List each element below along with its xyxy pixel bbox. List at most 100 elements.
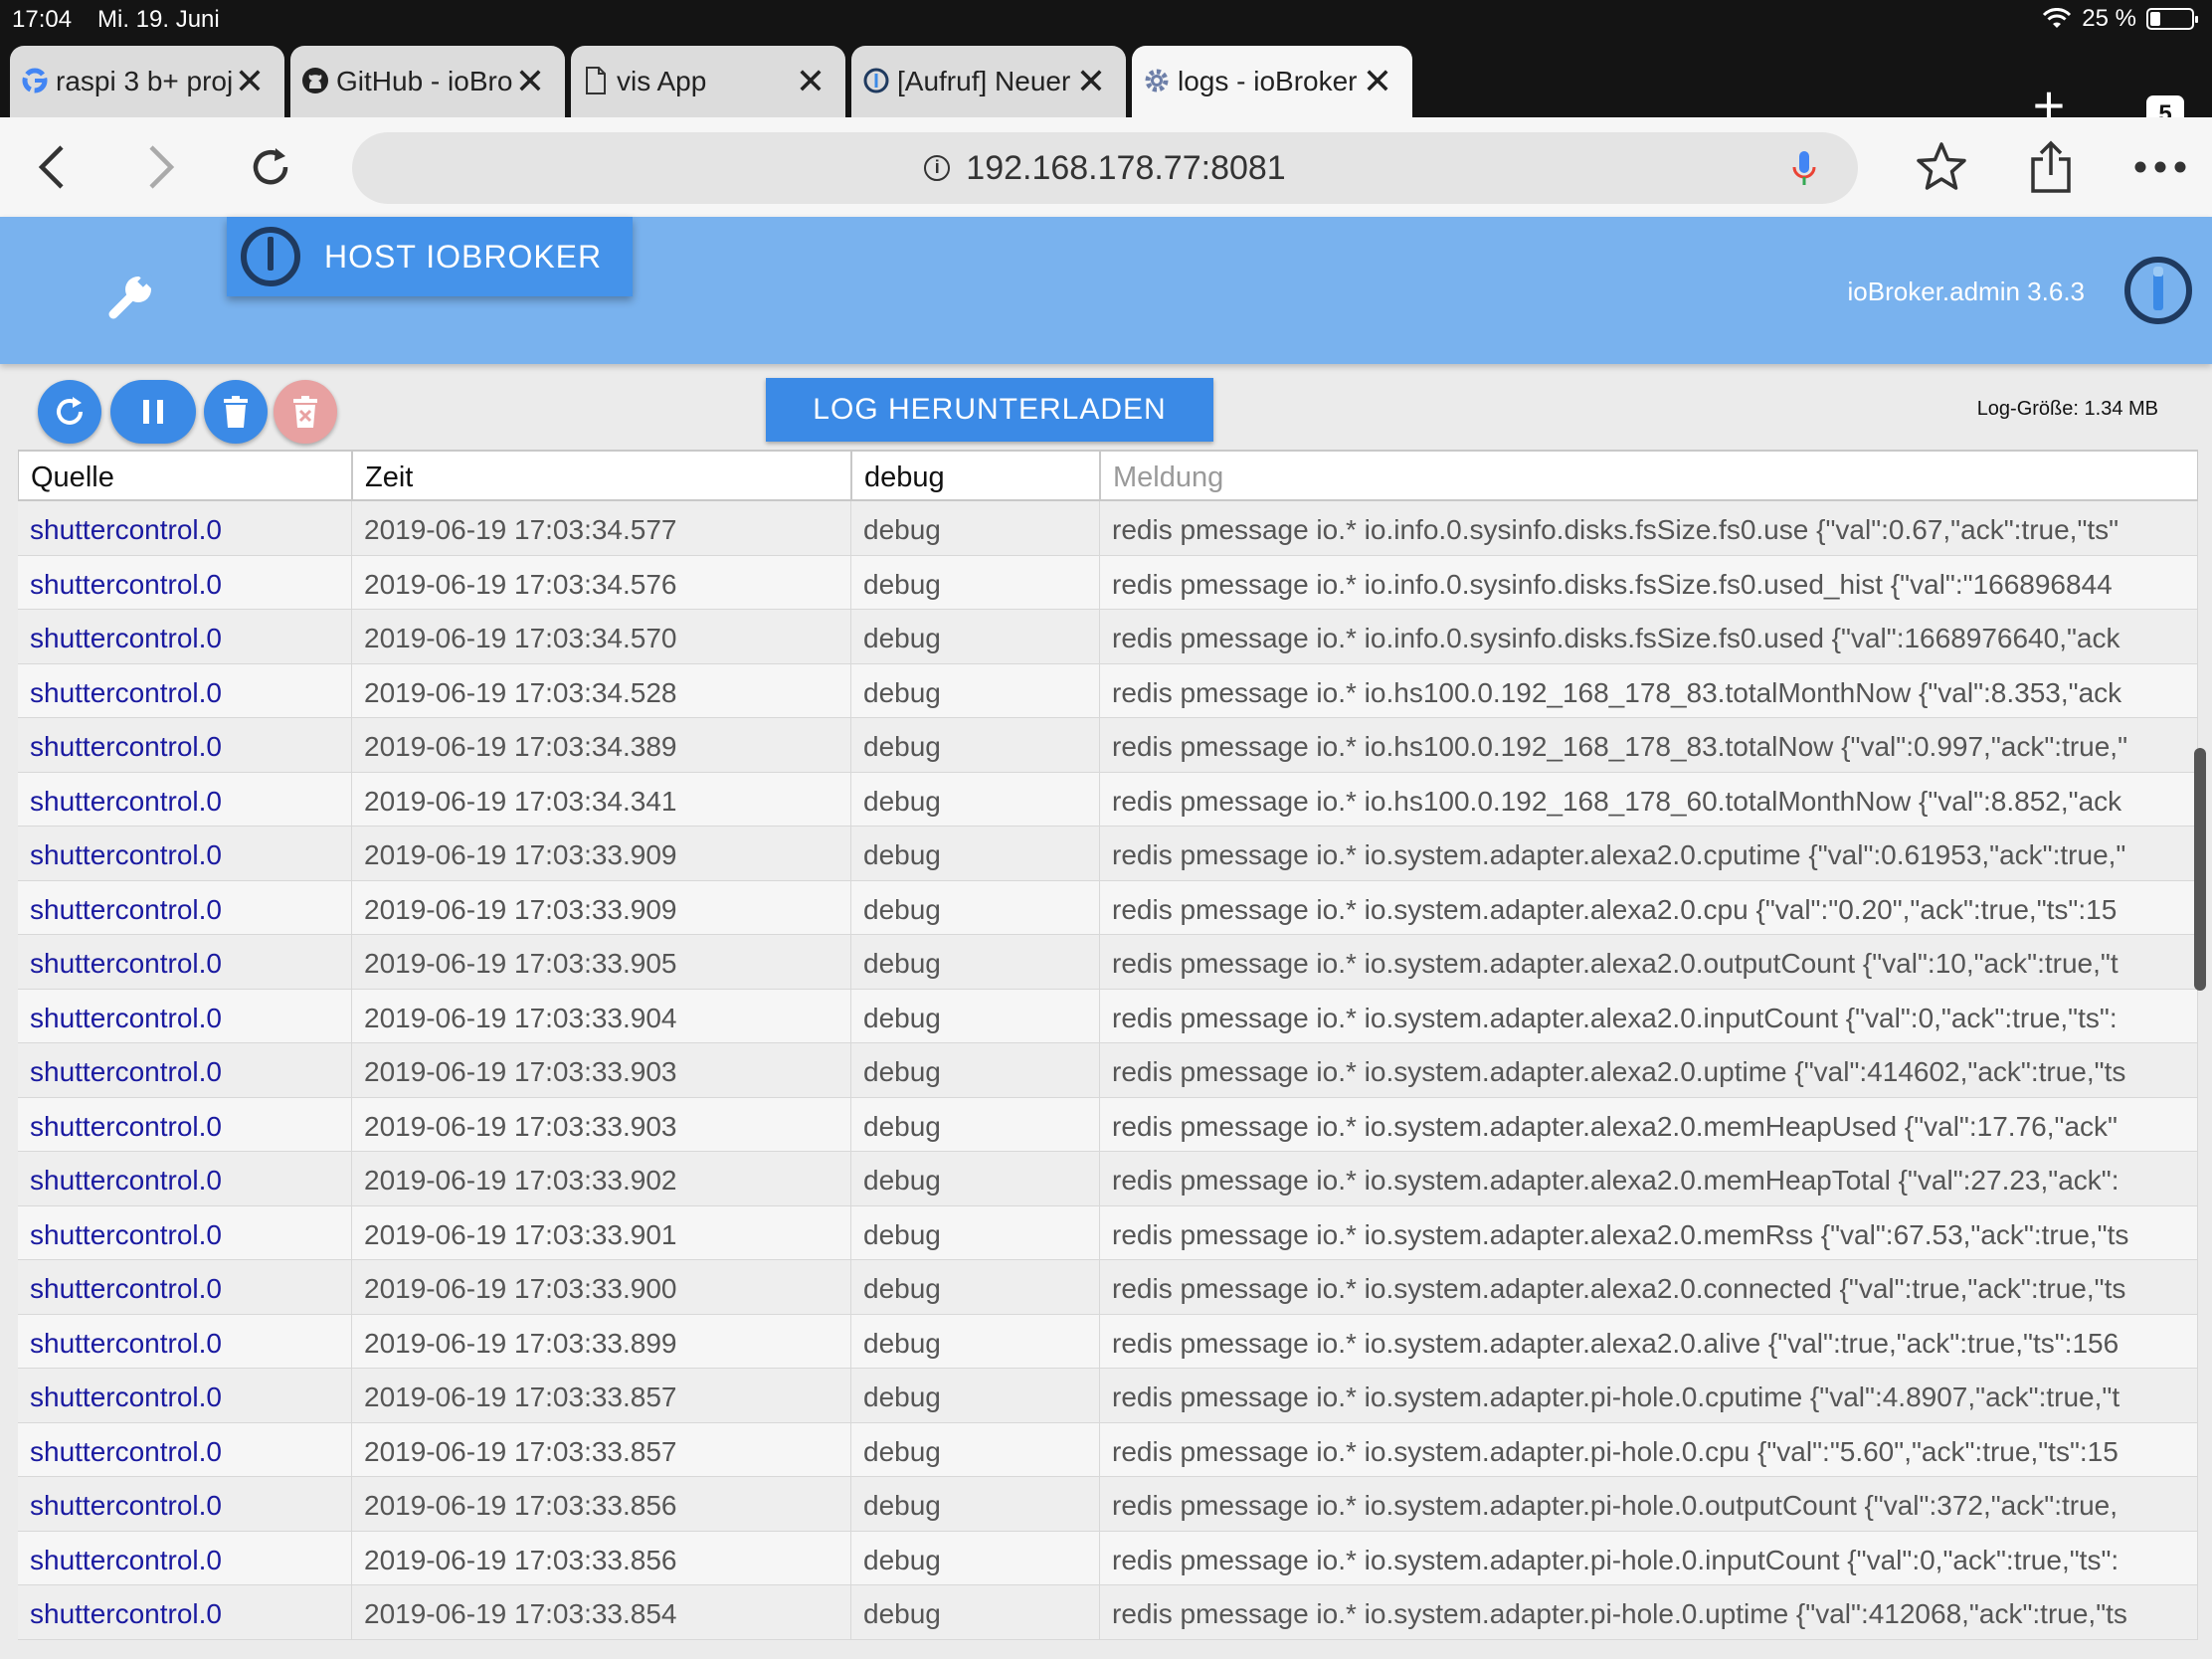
message-cell: redis pmessage io.* io.system.adapter.pi… [1100,1369,2198,1422]
time-cell: 2019-06-19 17:03:34.576 [352,555,851,609]
message-cell: redis pmessage io.* io.system.adapter.al… [1100,1043,2198,1097]
delete-button[interactable] [204,380,268,444]
microphone-icon[interactable] [1784,148,1824,188]
time-cell: 2019-06-19 17:03:33.909 [352,880,851,934]
url-field[interactable]: i 192.168.178.77:8081 [352,132,1858,204]
level-cell: debug [851,1314,1100,1368]
tab-raspi[interactable]: raspi 3 b+ projekte - ✕ [10,46,284,117]
source-cell[interactable]: shuttercontrol.0 [18,1097,352,1151]
level-cell: debug [851,1531,1100,1584]
message-cell: redis pmessage io.* io.system.adapter.al… [1100,1260,2198,1314]
time-cell: 2019-06-19 17:03:34.341 [352,772,851,826]
time-cell: 2019-06-19 17:03:33.899 [352,1314,851,1368]
time-cell: 2019-06-19 17:03:33.909 [352,827,851,880]
source-cell[interactable]: shuttercontrol.0 [18,663,352,717]
time-cell: 2019-06-19 17:03:34.389 [352,718,851,772]
wrench-icon[interactable] [103,269,159,324]
level-filter-select[interactable]: debug [851,450,1100,501]
more-button[interactable] [2132,139,2188,195]
message-cell: redis pmessage io.* io.system.adapter.al… [1100,1097,2198,1151]
table-row: shuttercontrol.0 2019-06-19 17:03:34.341 d… [18,772,2198,827]
log-table: Quelle Zeit debug Meldung shuttercontrol… [18,450,2198,1659]
level-cell: debug [851,663,1100,717]
source-cell[interactable]: shuttercontrol.0 [18,610,352,663]
table-row: shuttercontrol.0 2019-06-19 17:03:34.577 d… [18,501,2198,556]
source-cell[interactable]: shuttercontrol.0 [18,935,352,989]
host-selector-button[interactable]: HOST IOBROKER [227,217,633,296]
source-cell[interactable]: shuttercontrol.0 [18,1477,352,1531]
source-cell[interactable]: shuttercontrol.0 [18,1152,352,1205]
level-cell: debug [851,555,1100,609]
battery-level [2150,12,2160,26]
level-cell: debug [851,989,1100,1042]
tab-label: GitHub - ioBroker/ioB [336,66,513,96]
time-cell: 2019-06-19 17:03:33.854 [352,1585,851,1639]
table-row: shuttercontrol.0 2019-06-19 17:03:33.899 d… [18,1314,2198,1369]
log-size: Log-Größe: 1.34 MB [1976,398,2158,420]
source-cell[interactable]: shuttercontrol.0 [18,989,352,1042]
source-cell[interactable]: shuttercontrol.0 [18,1205,352,1259]
close-icon[interactable]: ✕ [233,64,267,99]
tab-github[interactable]: GitHub - ioBroker/ioB ✕ [290,46,565,117]
delete-log-file-button[interactable] [274,380,337,444]
reload-icon [253,148,288,185]
message-cell: redis pmessage io.* io.system.adapter.al… [1100,1152,2198,1205]
reload-button[interactable] [243,139,298,195]
table-header: Quelle Zeit debug Meldung [18,450,2198,501]
back-button[interactable] [24,139,80,195]
level-cell: debug [851,1477,1100,1531]
message-cell: redis pmessage io.* io.info.0.sysinfo.di… [1100,610,2198,663]
source-cell[interactable]: shuttercontrol.0 [18,1314,352,1368]
message-filter-input[interactable]: Meldung [1100,450,2198,501]
tab-label: vis App [617,66,707,96]
time-filter-input[interactable]: Zeit [352,450,851,501]
chevron-right-icon [149,145,175,189]
source-cell[interactable]: shuttercontrol.0 [18,827,352,880]
bookmark-button[interactable] [1914,139,1969,195]
source-cell[interactable]: shuttercontrol.0 [18,1369,352,1422]
source-cell[interactable]: shuttercontrol.0 [18,501,352,555]
message-cell: redis pmessage io.* io.system.adapter.al… [1100,989,2198,1042]
message-cell: redis pmessage io.* io.system.adapter.al… [1100,827,2198,880]
pause-button[interactable] [110,380,196,444]
log-toolbar: LOG HERUNTERLADEN Log-Größe: 1.34 MB [0,364,2212,450]
admin-version: ioBroker.admin 3.6.3 [1847,276,2085,306]
share-icon [2031,140,2071,193]
time-cell: 2019-06-19 17:03:33.903 [352,1097,851,1151]
close-icon[interactable]: ✕ [513,64,547,99]
url-text: 192.168.178.77:8081 [966,148,1286,187]
close-icon[interactable]: ✕ [794,64,828,99]
scrollbar[interactable] [2194,748,2206,991]
time-cell: 2019-06-19 17:03:33.857 [352,1422,851,1476]
source-cell[interactable]: shuttercontrol.0 [18,1422,352,1476]
close-icon[interactable]: ✕ [1361,64,1394,99]
level-cell: debug [851,1043,1100,1097]
level-cell: debug [851,772,1100,826]
share-button[interactable] [2023,139,2079,195]
time-cell: 2019-06-19 17:03:34.528 [352,663,851,717]
level-cell: debug [851,718,1100,772]
tab-aufruf[interactable]: [Aufruf] Neuer Adapt ✕ [851,46,1126,117]
refresh-button[interactable] [38,380,101,444]
tab-vis-app[interactable]: vis App ✕ [571,46,845,117]
source-cell[interactable]: shuttercontrol.0 [18,1531,352,1584]
source-cell[interactable]: shuttercontrol.0 [18,555,352,609]
source-cell[interactable]: shuttercontrol.0 [18,880,352,934]
source-cell[interactable]: shuttercontrol.0 [18,772,352,826]
source-cell[interactable]: shuttercontrol.0 [18,1585,352,1639]
info-icon[interactable]: i [924,155,951,181]
table-row: shuttercontrol.0 2019-06-19 17:03:33.854 d… [18,1585,2198,1640]
source-cell[interactable]: shuttercontrol.0 [18,1260,352,1314]
level-cell: debug [851,1097,1100,1151]
source-filter-input[interactable]: Quelle [18,450,352,501]
trash-icon [224,396,248,428]
message-cell: redis pmessage io.* io.system.adapter.al… [1100,1205,2198,1259]
tab-logs-iobroker[interactable]: logs - ioBroker ✕ [1132,46,1412,117]
download-log-button[interactable]: LOG HERUNTERLADEN [766,378,1213,442]
star-icon [1917,142,1966,190]
forward-button[interactable] [133,139,189,195]
level-cell: debug [851,1152,1100,1205]
source-cell[interactable]: shuttercontrol.0 [18,718,352,772]
source-cell[interactable]: shuttercontrol.0 [18,1043,352,1097]
close-icon[interactable]: ✕ [1074,64,1108,99]
